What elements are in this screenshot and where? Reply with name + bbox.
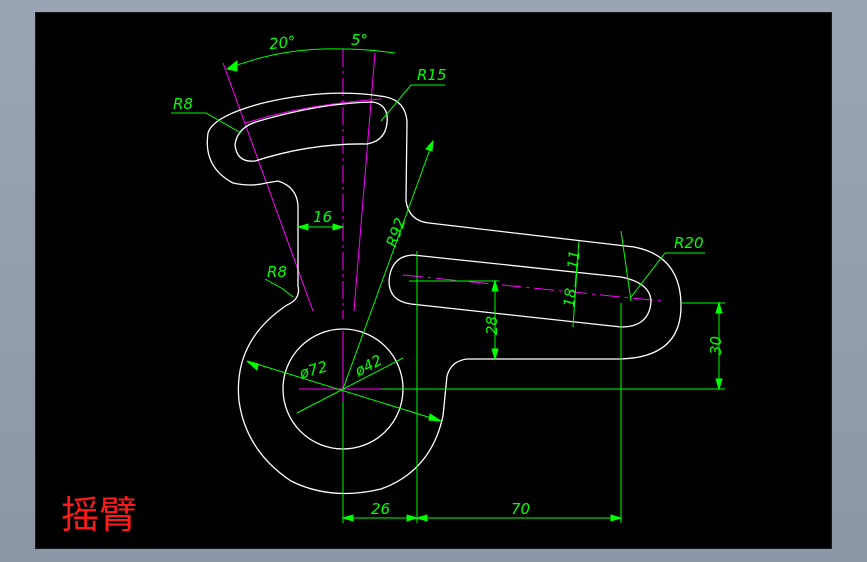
leader-r20 (630, 252, 705, 298)
part-outline (206, 92, 682, 495)
h11-label: 11 (564, 249, 584, 270)
centerline-slot-right (402, 274, 662, 302)
outline-main-contour (206, 92, 682, 417)
arrowhead (246, 360, 259, 371)
r8-side-label: R8 (267, 263, 287, 281)
r8-top-label: R8 (173, 95, 193, 113)
angle-5-label: 5° (351, 31, 368, 49)
arrowhead (332, 223, 345, 231)
rocker-arm-drawing: 20° 5° R15 R8 16 R92 R8 ø72 ø42 R20 11 1… (61, 31, 725, 537)
straight-slot (388, 254, 652, 328)
r92-label: R92 (383, 215, 410, 249)
h30-label: 30 (707, 336, 725, 355)
r15-label: R15 (417, 66, 447, 84)
h18-label: 18 (560, 287, 580, 308)
centerlines (222, 49, 662, 421)
dim-r92 (342, 140, 434, 390)
w26-label: 26 (371, 500, 390, 518)
arrowhead (296, 223, 309, 231)
dim-dia72 (246, 360, 442, 422)
arrowhead (491, 348, 499, 361)
arrowhead (610, 514, 623, 522)
arrowhead (491, 279, 499, 292)
dim-arc-20deg (226, 48, 344, 70)
arrowhead (715, 301, 723, 314)
dia72-label: ø72 (296, 357, 329, 382)
dim-arc-5deg (342, 48, 396, 54)
arrowhead (428, 413, 442, 422)
arrowhead (225, 59, 238, 72)
arrowhead (415, 514, 428, 522)
r20-label: R20 (674, 234, 704, 252)
w70-label: 70 (511, 500, 530, 518)
leader-r15 (380, 84, 445, 122)
arrowhead (425, 139, 434, 152)
centerline-5deg (353, 52, 376, 312)
arrowhead (715, 378, 723, 391)
leader-r8-side (264, 278, 294, 298)
leader-r8-top (171, 112, 242, 134)
arc-slot (234, 101, 388, 162)
ext-slot-right (620, 230, 632, 302)
h28-label: 28 (483, 316, 501, 335)
arrowhead (341, 514, 354, 522)
drawing-frame: 20° 5° R15 R8 16 R92 R8 ø72 ø42 R20 11 1… (35, 12, 832, 549)
part-title: 摇臂 (61, 493, 137, 537)
width-16-label: 16 (313, 208, 332, 226)
angle-20-label: 20° (268, 33, 296, 54)
